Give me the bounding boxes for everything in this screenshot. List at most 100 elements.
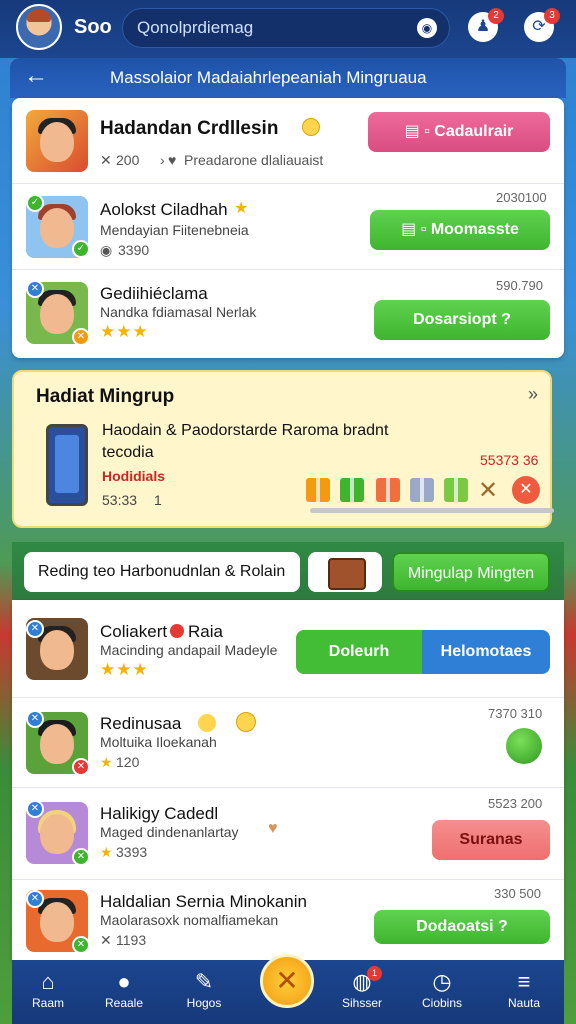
split-right-button[interactable]: Helomotaes	[422, 630, 550, 674]
item-name: Aolokst Ciladhah	[100, 200, 228, 219]
close-icon[interactable]: ✕	[512, 476, 540, 504]
chevron-right-icon[interactable]: »	[528, 384, 538, 405]
rating-stars: ★★★	[100, 322, 149, 341]
filter-input[interactable]: Reding teo Harbonudnlan & Rolain	[24, 552, 300, 592]
item-name: Gediihiéclama	[100, 284, 208, 303]
search-value: Qonolprdiemag	[137, 18, 254, 37]
item-time: 7370 310	[488, 706, 543, 721]
list-item[interactable]: ✕ ✕ Halikigy Cadedl Maged dindenanlartay…	[12, 788, 564, 880]
list-item[interactable]: ✓ ✓ Aolokst Ciladhah ★ Mendayian Fiitene…	[12, 184, 564, 270]
nav-badge: 1	[367, 966, 382, 981]
nav-home[interactable]: ⌂ Raam	[12, 968, 84, 1010]
star-icon: ★	[100, 754, 114, 770]
heart-icon: ♥	[168, 152, 177, 168]
list-item[interactable]: ✕ Coliakert Raia Macinding andapail Made…	[12, 600, 564, 698]
item-action-button[interactable]: ▤ ▫ Moomasste	[370, 210, 550, 250]
comment-icon: ◉	[100, 242, 113, 258]
item-tag: Raia	[188, 622, 223, 641]
gift-icon	[340, 478, 364, 502]
status-badge: ✓	[72, 240, 90, 258]
rating-stars: ★★★	[100, 660, 149, 679]
item-subtitle: Moltuika Iloekanah	[100, 734, 217, 750]
item-time: 2030100	[496, 190, 547, 205]
split-action-button[interactable]: Doleurh Helomotaes	[296, 630, 550, 674]
featured-name: Hadandan Crdllesin	[100, 118, 279, 139]
promo-highlight: Hodidials	[102, 468, 166, 484]
gift-icon	[376, 478, 400, 502]
coin-icon	[236, 712, 256, 732]
nav-share[interactable]: ◍ Sihsser 1	[326, 966, 398, 1010]
split-left-button[interactable]: Doleurh	[296, 630, 422, 674]
menu-icon: ≡	[517, 969, 531, 994]
gift-icon	[444, 478, 468, 502]
list-item[interactable]: ✕ ✕ Haldalian Sernia Minokanin Maolaraso…	[12, 880, 564, 960]
divider	[310, 508, 554, 513]
item-subtitle: Nandka fdiamasal Nerlak	[100, 304, 257, 320]
page-title: Massolaior Madaiahrlepeaniah Mingruaua	[110, 68, 427, 87]
edit-icon: ✎	[194, 969, 214, 994]
status-badge: ✕	[26, 710, 44, 728]
item-name: Redinusaa	[100, 714, 182, 733]
bottom-navigation: ⌂ Raam ● Reaale ✎ Hogos ✕ ◍ Sihsser 1 ◷ …	[12, 954, 564, 1024]
count-icon: ✕	[100, 932, 112, 948]
notification-icon[interactable]: ♟ 2	[468, 8, 504, 42]
list-item[interactable]: ✕ ✕ Gediihiéclama Nandka fdiamasal Nerla…	[12, 270, 564, 358]
search-input[interactable]: Qonolprdiemag ◉	[122, 8, 450, 48]
nav-profile[interactable]: ● Reaale	[88, 968, 160, 1010]
tv-icon[interactable]	[308, 552, 382, 592]
nav-blog[interactable]: ✎ Hogos	[168, 968, 240, 1010]
phone-icon	[46, 424, 88, 506]
status-badge: ✕	[26, 890, 44, 908]
brand-name: Soo	[74, 16, 112, 38]
item-name: Haldalian Sernia Minokanin	[100, 892, 307, 911]
featured-row[interactable]: Hadandan Crdllesin ✕ 200 › ♥ Preadarone …	[12, 98, 564, 184]
filter-toggle-button[interactable]: Mingulap Mingten	[392, 552, 550, 592]
status-badge: ✕	[26, 620, 44, 638]
item-meta: 1193	[116, 932, 147, 948]
status-badge: ✕	[26, 800, 44, 818]
top-bar: Soo Qonolprdiemag ◉ ♟ 2 ⟳ 3	[0, 0, 576, 58]
item-action-button[interactable]: Dodaoatsi ?	[374, 910, 550, 944]
back-arrow-icon[interactable]: ←	[24, 62, 48, 90]
status-badge: ✕	[72, 758, 90, 776]
featured-action-button[interactable]: ▤ ▫ Cadaulrair	[368, 112, 550, 152]
list-item[interactable]: ✕ ✕ Redinusaa Moltuika Iloekanah ★ 120 7…	[12, 698, 564, 788]
profile-avatar[interactable]	[16, 4, 62, 50]
weekly-promo-card[interactable]: Hadiat Mingrup » Haodain & Paodorstarde …	[12, 370, 554, 528]
featured-count-icon: ✕	[100, 152, 112, 168]
chevron-right-icon: ›	[160, 152, 165, 168]
center-action-button[interactable]: ✕	[260, 954, 314, 1008]
featured-thumbnail	[26, 110, 88, 172]
item-meta: 3393	[116, 844, 148, 860]
item-action-button[interactable]: Dosarsiopt ?	[374, 300, 550, 340]
green-orb-icon[interactable]	[506, 728, 542, 764]
globe-icon: ◍	[352, 969, 372, 994]
item-action-button[interactable]: Suranas	[432, 820, 550, 860]
coin-icon	[198, 714, 216, 732]
cross-icon: ✕	[478, 477, 499, 504]
item-subtitle: Maolarasoxk nomalfiamekan	[100, 912, 279, 928]
status-dot-icon	[170, 624, 184, 638]
item-meta: 120	[116, 754, 140, 770]
status-badge: ✕	[26, 280, 44, 298]
star-icon: ★	[100, 844, 114, 860]
star-icon: ★	[234, 200, 249, 217]
notification-badge: 2	[488, 8, 504, 24]
item-subtitle: Maged dindenanlartay	[100, 824, 239, 840]
item-subtitle: Mendayian Fiitenebneia	[100, 222, 249, 238]
heart-icon: ♥	[268, 820, 278, 837]
nav-clock[interactable]: ◷ Ciobins	[406, 968, 478, 1010]
status-badge: ✕	[72, 936, 90, 954]
promo-amount: 55373 36	[480, 452, 539, 468]
nav-menu[interactable]: ≡ Nauta	[488, 968, 560, 1010]
promo-line-2: tecodia	[102, 444, 154, 461]
promo-counter-secondary: 1	[154, 492, 162, 508]
item-meta: 3390	[118, 242, 150, 258]
item-name: Coliakert	[100, 622, 168, 641]
item-subtitle: Macinding andapail Madeyle	[100, 642, 278, 658]
updates-icon[interactable]: ⟳ 3	[524, 8, 560, 42]
item-time: 330 500	[494, 886, 541, 901]
search-icon[interactable]: ◉	[417, 18, 437, 38]
home-icon: ⌂	[41, 969, 55, 994]
status-badge: ✓	[26, 194, 44, 212]
